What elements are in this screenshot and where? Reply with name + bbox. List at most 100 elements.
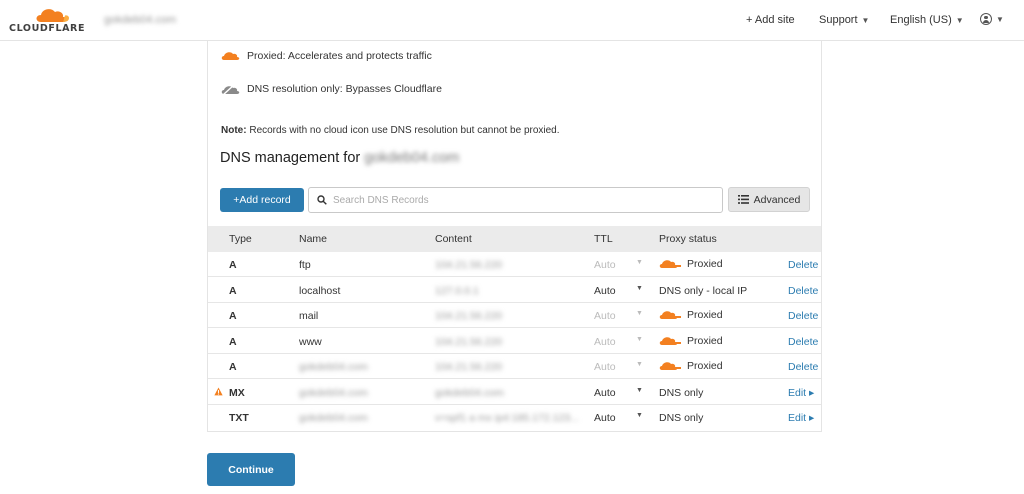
- table-row[interactable]: A localhost 127.0.0.1 Auto ▼ DNS only - …: [208, 278, 821, 303]
- search-input[interactable]: Search DNS Records: [308, 187, 723, 213]
- record-content: 104.21.56.220: [435, 336, 503, 348]
- record-type: TXT: [229, 412, 249, 424]
- advanced-label: Advanced: [753, 193, 801, 206]
- ttl-select[interactable]: Auto: [594, 387, 616, 399]
- note-body: Records with no cloud icon use DNS resol…: [246, 125, 560, 136]
- page-title: DNS management for gokdeb04.com: [220, 150, 459, 166]
- proxy-status-label: Proxied: [687, 258, 723, 270]
- record-type: A: [229, 310, 237, 322]
- table-row[interactable]: A ftp 104.21.56.220 Auto ▼ Proxied Delet…: [208, 252, 821, 277]
- orange-cloud-icon: [659, 260, 681, 268]
- proxy-status[interactable]: Proxied: [659, 309, 723, 321]
- ttl-select: Auto: [594, 361, 616, 373]
- record-content: gokdeb04.com: [435, 387, 504, 399]
- legend-proxied: Proxied: Accelerates and protects traffi…: [221, 50, 432, 62]
- record-content: v=spf1 a mx ip4:185.172.123...: [435, 412, 579, 424]
- record-content: 104.21.56.220: [435, 361, 503, 373]
- caret-down-icon: ▼: [636, 336, 643, 343]
- edit-link[interactable]: Edit ▸: [788, 387, 814, 399]
- record-name: ftp: [299, 259, 311, 271]
- record-type: A: [229, 361, 237, 373]
- record-name: mail: [299, 310, 319, 322]
- orange-cloud-icon: [659, 311, 681, 319]
- record-name: gokdeb04.com: [299, 387, 368, 399]
- note-text: Note: Records with no cloud icon use DNS…: [221, 125, 560, 136]
- delete-link[interactable]: Delete: [788, 361, 818, 373]
- grey-cloud-icon: [221, 83, 240, 96]
- caret-down-icon: ▼: [636, 285, 643, 292]
- delete-link[interactable]: Delete: [788, 259, 818, 271]
- record-name: gokdeb04.com: [299, 412, 368, 424]
- delete-link[interactable]: Delete: [788, 310, 818, 322]
- table-row[interactable]: MX gokdeb04.com gokdeb04.com Auto ▼ DNS …: [208, 380, 821, 405]
- table-row[interactable]: A www 104.21.56.220 Auto ▼ Proxied Delet…: [208, 329, 821, 354]
- support-menu[interactable]: Support ▼: [819, 14, 869, 26]
- user-icon: [980, 13, 992, 25]
- record-name: www: [299, 336, 322, 348]
- caret-down-icon: ▼: [636, 361, 643, 368]
- header-name: Name: [299, 233, 328, 245]
- legend-dns-only-text: DNS resolution only: Bypasses Cloudflare: [247, 83, 442, 95]
- advanced-button[interactable]: Advanced: [728, 187, 810, 212]
- orange-cloud-icon: [659, 362, 681, 370]
- proxy-status[interactable]: Proxied: [659, 335, 723, 347]
- language-label: English (US): [890, 14, 952, 26]
- page-title-domain: gokdeb04.com: [364, 150, 460, 166]
- proxy-status-label: DNS only - local IP: [659, 285, 748, 297]
- cloud-logo-icon: [36, 9, 69, 22]
- warning-icon: [214, 387, 223, 396]
- proxy-status-label: Proxied: [687, 309, 723, 321]
- ttl-select[interactable]: Auto: [594, 412, 616, 424]
- delete-link[interactable]: Delete: [788, 336, 818, 348]
- caret-down-icon: ▼: [636, 387, 643, 394]
- user-menu[interactable]: ▼: [980, 13, 1004, 25]
- delete-link[interactable]: Delete: [788, 285, 818, 297]
- header-content: Content: [435, 233, 472, 245]
- edit-link[interactable]: Edit ▸: [788, 412, 814, 424]
- orange-cloud-icon: [221, 52, 240, 60]
- table-row[interactable]: A mail 104.21.56.220 Auto ▼ Proxied Dele…: [208, 303, 821, 328]
- add-site-label: + Add site: [746, 14, 795, 26]
- header-ttl: TTL: [594, 233, 613, 245]
- orange-cloud-icon: [659, 337, 681, 345]
- add-record-button[interactable]: +Add record: [220, 188, 304, 212]
- search-placeholder: Search DNS Records: [333, 194, 429, 206]
- dns-card: Proxied: Accelerates and protects traffi…: [207, 41, 822, 432]
- record-type: MX: [229, 387, 245, 399]
- legend-dns-only: DNS resolution only: Bypasses Cloudflare: [221, 82, 442, 96]
- cloudflare-logo[interactable]: CLOUDFLARE: [9, 6, 86, 34]
- proxy-status[interactable]: Proxied: [659, 360, 723, 372]
- table-header: Type Name Content TTL Proxy status: [208, 226, 821, 252]
- continue-button[interactable]: Continue: [207, 453, 295, 486]
- list-icon: [737, 195, 749, 204]
- proxy-status-label: Proxied: [687, 360, 723, 372]
- proxy-status: DNS only: [659, 412, 703, 424]
- proxy-status-label: DNS only: [659, 387, 704, 399]
- caret-down-icon: ▼: [861, 15, 870, 25]
- account-name[interactable]: gokdeb04.com: [104, 14, 176, 26]
- ttl-select[interactable]: Auto: [594, 285, 616, 297]
- proxy-status[interactable]: Proxied: [659, 258, 723, 270]
- caret-down-icon: ▼: [955, 15, 964, 25]
- proxy-status: DNS only: [659, 387, 703, 399]
- page-title-text: DNS management for: [220, 150, 365, 166]
- note-label: Note:: [221, 125, 247, 136]
- table-row[interactable]: A gokdeb04.com 104.21.56.220 Auto ▼ Prox…: [208, 354, 821, 379]
- header-type: Type: [229, 233, 252, 245]
- support-label: Support: [819, 14, 858, 26]
- add-site-link[interactable]: + Add site: [746, 14, 795, 26]
- proxy-status-label: DNS only: [659, 412, 704, 424]
- logo-wordmark: CLOUDFLARE: [9, 23, 86, 34]
- record-content: 104.21.56.220: [435, 259, 503, 271]
- legend-proxied-text: Proxied: Accelerates and protects traffi…: [247, 50, 432, 62]
- record-type: A: [229, 259, 237, 271]
- proxy-status: DNS only - local IP: [659, 285, 747, 297]
- language-menu[interactable]: English (US) ▼: [890, 14, 964, 26]
- record-content: 127.0.0.1: [435, 285, 479, 297]
- record-type: A: [229, 285, 237, 297]
- record-name: gokdeb04.com: [299, 361, 368, 373]
- table-row[interactable]: TXT gokdeb04.com v=spf1 a mx ip4:185.172…: [208, 405, 821, 430]
- caret-down-icon: ▼: [636, 259, 643, 266]
- record-type: A: [229, 336, 237, 348]
- header-proxy-status: Proxy status: [659, 233, 717, 245]
